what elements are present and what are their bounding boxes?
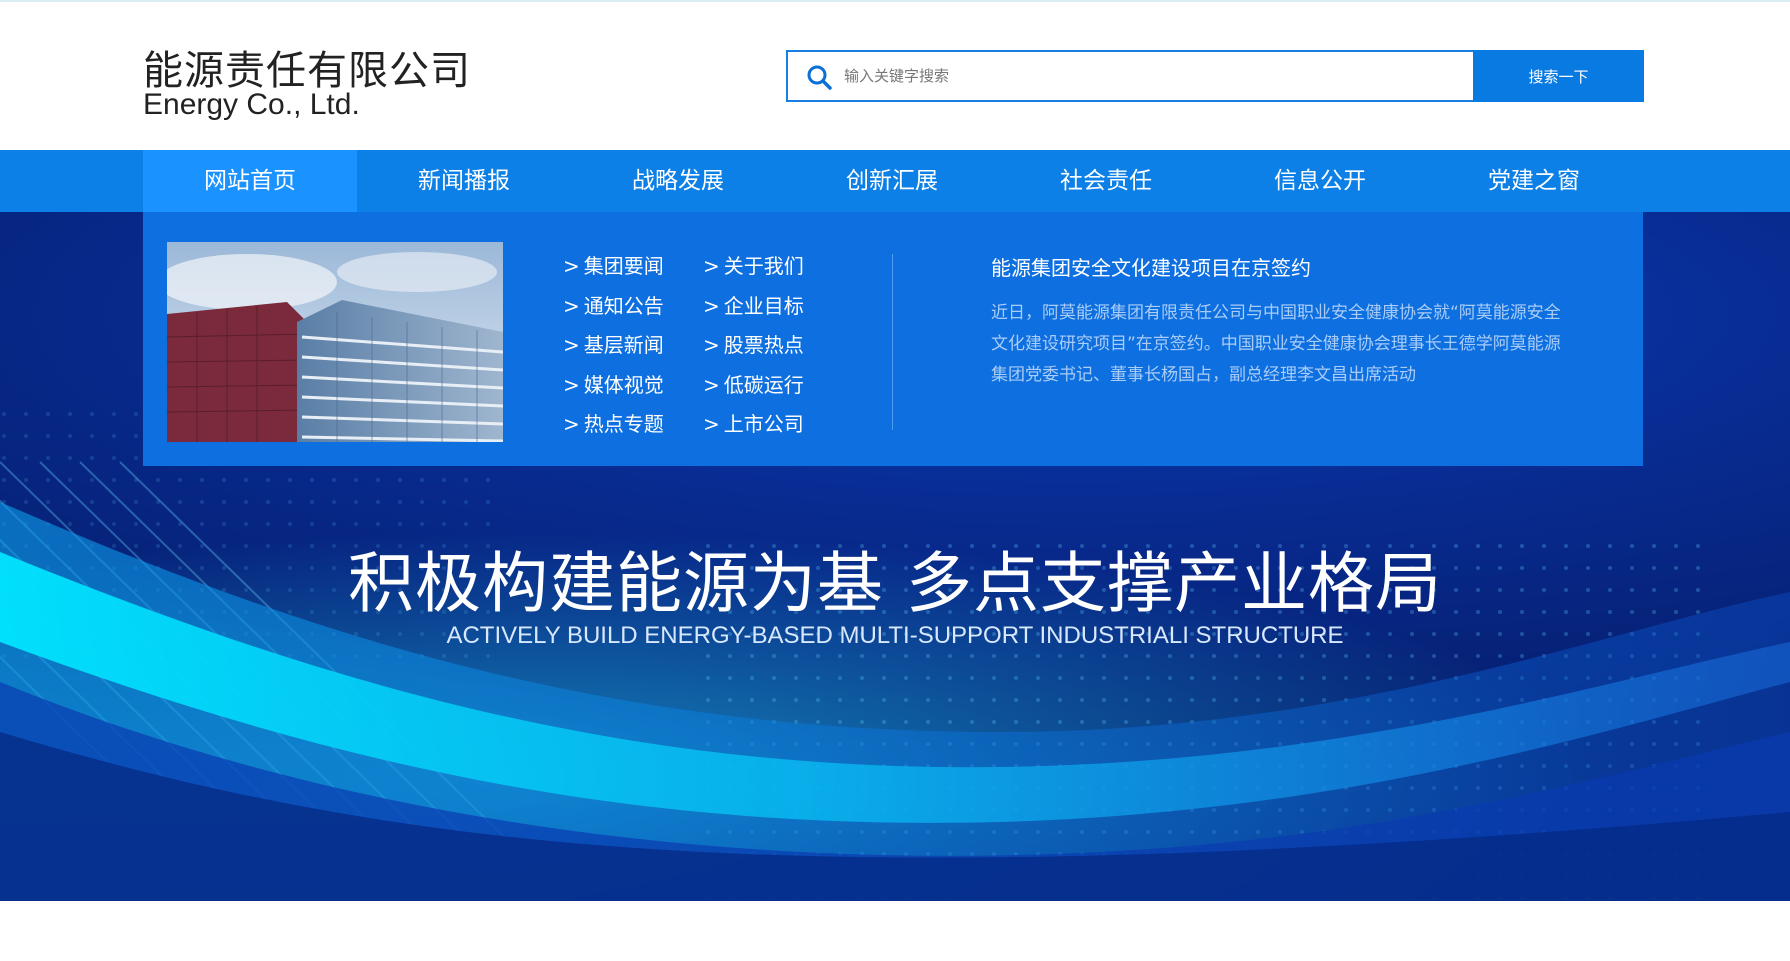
link-notices[interactable]: > 通知公告 [563, 290, 664, 330]
nav-item-social-responsibility[interactable]: 社会责任 [999, 150, 1213, 212]
nav-item-news[interactable]: 新闻播报 [357, 150, 571, 212]
featured-news-title[interactable]: 能源集团安全文化建设项目在京签约 [991, 252, 1311, 281]
nav-item-info-disclosure[interactable]: 信息公开 [1213, 150, 1427, 212]
link-about-us[interactable]: > 关于我们 [703, 250, 804, 290]
link-grassroots-news[interactable]: > 基层新闻 [563, 329, 664, 369]
dropdown-links-column-1: > 集团要闻 > 通知公告 > 基层新闻 > 媒体视觉 > 热点专题 [563, 250, 664, 448]
search-button[interactable]: 搜索一下 [1473, 50, 1644, 102]
link-hot-topics[interactable]: > 热点专题 [563, 408, 664, 448]
nav-item-home[interactable]: 网站首页 [143, 150, 357, 212]
link-corporate-goals[interactable]: > 企业目标 [703, 290, 804, 330]
site-header: 能源责任有限公司 Energy Co., Ltd. 搜索一下 [0, 2, 1790, 150]
main-nav: 网站首页 新闻播报 战略发展 创新汇展 社会责任 信息公开 党建之窗 [0, 150, 1790, 212]
link-listed-company[interactable]: > 上市公司 [703, 408, 804, 448]
featured-news-summary: 近日，阿莫能源集团有限责任公司与中国职业安全健康协会就“阿莫能源安全文化建设研究… [991, 303, 1561, 385]
banner-headline: 积极构建能源为基 多点支撑产业格局 [348, 545, 1442, 622]
panel-divider [892, 254, 893, 430]
link-group-news[interactable]: > 集团要闻 [563, 250, 664, 290]
link-stock-hotspots[interactable]: > 股票热点 [703, 329, 804, 369]
nav-item-party-building[interactable]: 党建之窗 [1427, 150, 1641, 212]
search-input[interactable] [844, 58, 1444, 94]
banner-subheadline: ACTIVELY BUILD ENERGY-BASED MULTI-SUPPOR… [446, 622, 1344, 649]
dropdown-links-column-2: > 关于我们 > 企业目标 > 股票热点 > 低碳运行 > 上市公司 [703, 250, 804, 448]
nav-item-innovation[interactable]: 创新汇展 [785, 150, 999, 212]
nav-dropdown-panel: > 集团要闻 > 通知公告 > 基层新闻 > 媒体视觉 > 热点专题 > 关于我们 > 企业目… [143, 212, 1643, 466]
link-media-vision[interactable]: > 媒体视觉 [563, 369, 664, 409]
search-box: 搜索一下 [786, 50, 1644, 102]
search-icon[interactable] [806, 64, 832, 90]
building-photo [167, 242, 503, 442]
logo-english-name[interactable]: Energy Co., Ltd. [143, 88, 360, 122]
link-low-carbon[interactable]: > 低碳运行 [703, 369, 804, 409]
nav-item-strategy[interactable]: 战略发展 [571, 150, 785, 212]
